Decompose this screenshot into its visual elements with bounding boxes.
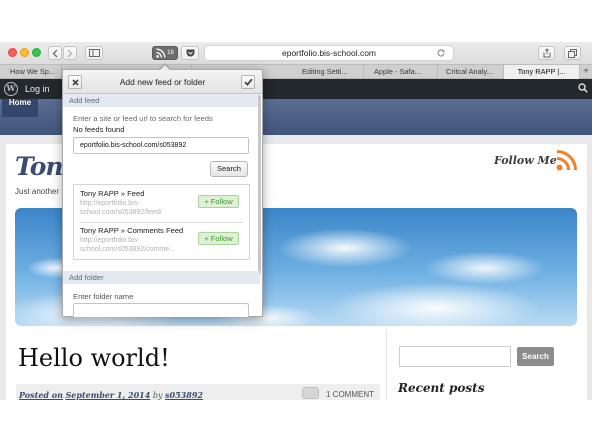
post-meta: Posted on September 1, 2014 by s053892 — [19, 390, 203, 400]
rss-extension-button[interactable]: 18 — [152, 46, 178, 60]
confirm-popover-button[interactable] — [241, 75, 255, 89]
post-title[interactable]: Hello world! — [18, 344, 170, 372]
feed-result-title: Tony RAPP » Comments Feed — [80, 226, 184, 235]
popover-title: Add new feed or folder — [119, 77, 206, 87]
sidebar-search-input[interactable] — [399, 346, 511, 367]
search-icon[interactable] — [578, 83, 588, 93]
tab-how-we-spend[interactable]: How We Sp... — [0, 65, 62, 79]
follow-comments-feed-button[interactable]: + Follow — [198, 232, 239, 245]
sidebar-search-button[interactable]: Search — [517, 347, 554, 366]
url-text: eportfolio.bis-school.com — [281, 48, 376, 58]
feed-result-title: Tony RAPP » Feed — [80, 189, 145, 198]
chevron-right-icon — [67, 49, 73, 57]
tabs-icon — [568, 48, 577, 58]
tab-apple-safari[interactable]: Apple - Safa... — [364, 65, 438, 79]
zoom-window-button[interactable] — [32, 48, 41, 57]
show-all-tabs-button[interactable] — [564, 46, 581, 60]
sidebar-divider — [386, 330, 387, 400]
back-button[interactable] — [48, 46, 62, 60]
feed-results-list: Tony RAPP » Feed http://eportfolio.bis-s… — [73, 184, 250, 260]
comment-count-link[interactable]: 1 COMMENT — [326, 390, 374, 399]
forward-button[interactable] — [63, 46, 77, 60]
feed-result-item: Tony RAPP » Comments Feed http://eportfo… — [74, 222, 249, 258]
posted-on-label: Posted on — [19, 390, 63, 400]
share-icon — [543, 48, 550, 58]
tab-tony-rapp[interactable]: Tony RAPP |... — [504, 65, 580, 79]
follow-me-label: Follow Me — [494, 154, 557, 167]
recent-posts-heading: Recent posts — [398, 381, 485, 395]
rss-badge: 18 — [167, 50, 174, 56]
post-date-link[interactable]: September 1, 2014 — [66, 390, 151, 400]
follow-feed-button[interactable]: + Follow — [198, 195, 239, 208]
pocket-button[interactable] — [181, 46, 199, 60]
folder-name-label: Enter folder name — [73, 292, 134, 301]
add-folder-section-header: Add folder — [63, 271, 260, 284]
login-link[interactable]: Log in — [25, 84, 50, 94]
feed-url-input[interactable]: eportfolio.bis-school.com/s053892 — [73, 137, 249, 154]
close-window-button[interactable] — [8, 48, 17, 57]
author-link[interactable]: s053892 — [165, 390, 203, 400]
tab-editing-settings[interactable]: Editing Setti... — [264, 65, 364, 79]
comment-icon[interactable] — [302, 387, 319, 399]
tab-critical-analysis[interactable]: Critcal Analy... — [438, 65, 504, 79]
pocket-icon — [186, 49, 194, 57]
feed-instruction: Enter a site or feed url to search for f… — [73, 114, 213, 123]
address-bar[interactable]: eportfolio.bis-school.com — [204, 45, 454, 61]
reload-icon[interactable] — [437, 49, 445, 57]
popover-header: Add new feed or folder — [63, 70, 262, 94]
feed-result-item: Tony RAPP » Feed http://eportfolio.bis-s… — [74, 185, 249, 221]
feed-result-url: http://eportfolio.bis-school.com/s053892… — [80, 237, 175, 253]
site-tagline: Just another — [15, 187, 60, 196]
new-tab-button[interactable]: + — [580, 65, 592, 79]
check-icon — [243, 78, 253, 86]
by-label: by — [152, 391, 163, 400]
popover-arrow-fill — [159, 64, 171, 71]
sidebar-icon — [88, 49, 100, 57]
chevron-left-icon — [52, 49, 58, 57]
feed-search-button[interactable]: Search — [210, 161, 248, 177]
popover-scrollbar[interactable] — [258, 95, 261, 275]
rss-icon[interactable] — [556, 149, 578, 171]
feed-result-url: http://eportfolio.bis-school.com/s053892… — [80, 200, 162, 216]
folder-name-input[interactable] — [73, 303, 249, 317]
share-button[interactable] — [538, 46, 555, 60]
minimize-window-button[interactable] — [20, 48, 29, 57]
nav-home-link[interactable]: Home — [2, 99, 38, 117]
add-feed-section-header: Add feed — [63, 94, 260, 107]
rss-icon — [156, 48, 166, 58]
add-feed-popover: Add new feed or folder Add feed Enter a … — [62, 69, 263, 317]
wordpress-icon[interactable]: W — [4, 82, 18, 96]
sidebar-toggle-button[interactable] — [85, 46, 103, 60]
safari-window: 18 eportfolio.bis-school.com How We Sp..… — [0, 0, 592, 444]
no-feeds-message: No feeds found — [73, 125, 125, 134]
